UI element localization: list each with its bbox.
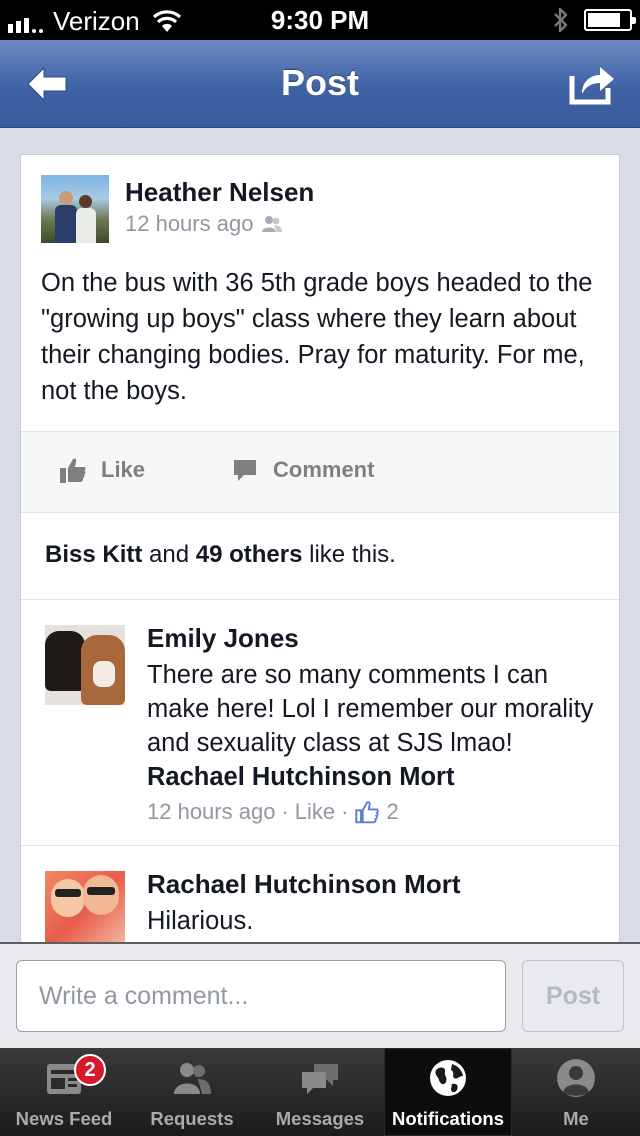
tab-label: Notifications	[391, 1108, 505, 1129]
post-body: On the bus with 36 5th grade boys headed…	[41, 269, 593, 405]
meta-separator: ·	[341, 799, 349, 824]
share-icon[interactable]	[568, 62, 616, 106]
globe-icon	[430, 1060, 466, 1096]
notification-badge: 2	[74, 1054, 106, 1086]
requests-icon	[174, 1063, 211, 1094]
thumbs-up-icon	[60, 458, 86, 483]
comment-meta: 12 hours ago · Like · 2	[147, 799, 399, 825]
bluetooth-icon	[554, 7, 568, 33]
tab-bar: 2 News Feed Requests Messages Notificati…	[0, 1048, 640, 1136]
post-time-text: 12 hours ago	[125, 211, 254, 236]
author-avatar[interactable]	[41, 175, 109, 243]
commenter-avatar[interactable]	[45, 871, 125, 951]
comment-bubble-icon	[234, 460, 256, 481]
divider	[21, 845, 619, 846]
comment-author-name[interactable]: Rachael Hutchinson Mort	[147, 869, 460, 900]
divider	[21, 599, 619, 600]
comment-button[interactable]: Comment	[231, 456, 374, 484]
comment-body: Hilarious.	[147, 907, 254, 935]
comment-text: There are so many comments I can make he…	[147, 658, 597, 794]
comment-author-name[interactable]: Emily Jones	[147, 623, 299, 654]
comment-like-link[interactable]: Like	[295, 799, 335, 825]
tab-messages[interactable]: Messages	[256, 1048, 384, 1136]
status-right	[552, 6, 636, 34]
nav-bar: Post	[0, 40, 640, 128]
like-button[interactable]: Like	[59, 456, 145, 484]
tab-label: Messages	[275, 1108, 365, 1129]
comment-mention[interactable]: Rachael Hutchinson Mort	[147, 763, 454, 791]
likes-summary[interactable]: Biss Kitt and 49 others like this.	[45, 541, 396, 569]
likes-suffix: like this.	[309, 541, 396, 568]
friends-audience-icon	[262, 216, 283, 232]
profile-icon	[557, 1059, 595, 1097]
post-card: Heather Nelsen 12 hours ago On the bus w…	[20, 154, 620, 954]
like-label: Like	[101, 457, 146, 482]
meta-separator: ·	[281, 799, 289, 824]
battery-icon	[584, 9, 636, 31]
tab-notifications[interactable]: Notifications	[384, 1048, 512, 1136]
status-bar: Verizon 9:30 PM	[0, 0, 640, 40]
tab-me[interactable]: Me	[512, 1048, 640, 1136]
tab-label: Me	[563, 1108, 589, 1129]
liker-name[interactable]: Biss Kitt	[45, 541, 142, 568]
tab-news-feed[interactable]: 2 News Feed	[0, 1048, 128, 1136]
thumbs-up-icon	[355, 801, 380, 824]
status-time: 9:30 PM	[270, 5, 370, 35]
tab-label: Requests	[150, 1108, 234, 1129]
messages-icon	[302, 1064, 338, 1094]
post-comment-button[interactable]: Post	[522, 960, 624, 1032]
comment-composer: Post	[0, 942, 640, 1048]
page-title: Post	[280, 62, 359, 103]
post-timestamp: 12 hours ago	[125, 211, 283, 237]
likes-others-count[interactable]: 49 others	[196, 541, 303, 568]
post-author-name[interactable]: Heather Nelsen	[125, 177, 314, 208]
comment-label: Comment	[273, 457, 375, 482]
commenter-avatar[interactable]	[45, 625, 125, 705]
post-actions: Like Comment	[21, 431, 619, 513]
tab-requests[interactable]: Requests	[128, 1048, 256, 1136]
tab-label: News Feed	[15, 1108, 113, 1129]
likes-connector: and	[149, 541, 190, 568]
comment-input[interactable]	[16, 960, 506, 1032]
comment-body: There are so many comments I can make he…	[147, 661, 594, 757]
comment-like-count[interactable]: 2	[386, 799, 398, 825]
comment-time: 12 hours ago	[147, 799, 276, 824]
